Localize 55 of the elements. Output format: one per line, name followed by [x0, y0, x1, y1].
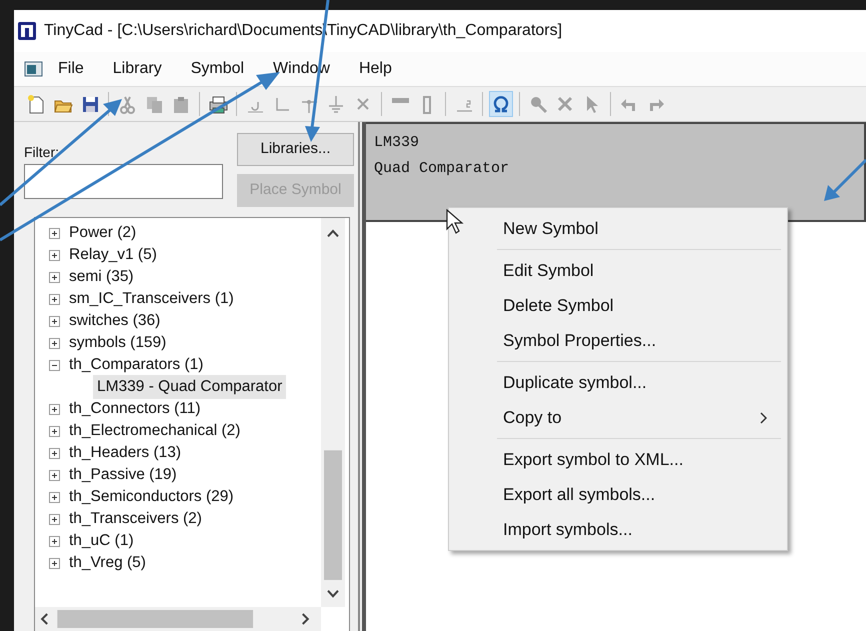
tree-node[interactable]: th_Vreg (5)	[65, 551, 150, 575]
expand-icon[interactable]	[49, 492, 60, 502]
symbol-name: LM339	[374, 133, 420, 153]
omega-icon[interactable]	[489, 91, 513, 117]
tree-node[interactable]: th_Passive (19)	[65, 463, 181, 487]
tree-node[interactable]: sm_IC_Transceivers (1)	[65, 287, 238, 311]
tree-node[interactable]: th_Connectors (11)	[65, 397, 205, 421]
context-menu-item[interactable]: Export all symbols...	[449, 477, 787, 512]
menu-item[interactable]: Symbol	[176, 55, 260, 83]
libraries-button[interactable]: Libraries...	[237, 133, 354, 166]
tree-node[interactable]: th_Headers (13)	[65, 441, 186, 465]
context-menu-item[interactable]: Export symbol to XML...	[449, 442, 787, 477]
tree-node[interactable]: th_uC (1)	[65, 529, 138, 553]
tree-node[interactable]: Relay_v1 (5)	[65, 243, 161, 267]
mouse-cursor-icon	[446, 209, 464, 235]
symbol-description: Quad Comparator	[374, 159, 510, 179]
menu-item[interactable]: Help	[344, 55, 407, 83]
expand-icon[interactable]	[49, 536, 60, 546]
tree-leaf[interactable]: LM339 - Quad Comparator	[93, 375, 286, 399]
expand-icon[interactable]	[49, 404, 60, 414]
expand-icon[interactable]	[49, 426, 60, 436]
horizontal-scrollbar[interactable]	[35, 607, 321, 631]
expand-icon[interactable]	[49, 250, 60, 260]
vertical-scrollbar[interactable]	[321, 218, 345, 607]
context-menu-item[interactable]: Import symbols...	[449, 512, 787, 547]
expand-icon[interactable]	[49, 294, 60, 304]
collapse-icon[interactable]	[49, 360, 60, 370]
menu-item[interactable]: File	[44, 55, 99, 83]
expand-icon[interactable]	[49, 558, 60, 568]
expand-icon[interactable]	[49, 338, 60, 348]
menu-item[interactable]: Library	[98, 55, 177, 83]
tree-node[interactable]: Power (2)	[65, 221, 140, 245]
tree-node[interactable]: th_Semiconductors (29)	[65, 485, 238, 509]
expand-icon[interactable]	[49, 272, 60, 282]
context-menu-item[interactable]: Edit Symbol	[449, 253, 787, 288]
tree-node[interactable]: th_Transceivers (2)	[65, 507, 206, 531]
expand-icon[interactable]	[49, 316, 60, 326]
tree-node[interactable]: th_Comparators (1)	[65, 353, 208, 377]
expand-icon[interactable]	[49, 448, 60, 458]
context-menu-item[interactable]: Copy to	[449, 400, 787, 435]
filter-field[interactable]	[24, 164, 223, 199]
expand-icon[interactable]	[49, 514, 60, 524]
expand-icon[interactable]	[49, 228, 60, 238]
context-menu-item[interactable]: Duplicate symbol...	[449, 365, 787, 400]
context-menu-item[interactable]: Symbol Properties...	[449, 323, 787, 358]
document-icon[interactable]	[24, 61, 44, 77]
app-icon	[18, 22, 36, 40]
tree-node[interactable]: switches (36)	[65, 309, 164, 333]
tree-node[interactable]: semi (35)	[65, 265, 138, 289]
tree-node[interactable]: th_Electromechanical (2)	[65, 419, 244, 443]
tree-node[interactable]: symbols (159)	[65, 331, 170, 355]
annotation-arrow	[824, 158, 866, 201]
filter-label: Filter:	[24, 143, 60, 162]
expand-icon[interactable]	[49, 470, 60, 480]
context-menu-item[interactable]: Delete Symbol	[449, 288, 787, 323]
